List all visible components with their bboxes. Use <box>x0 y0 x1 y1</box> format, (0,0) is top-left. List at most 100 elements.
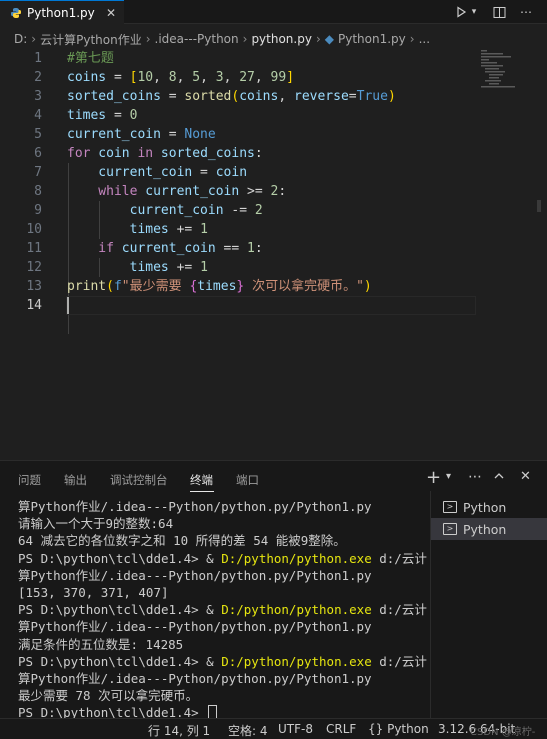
cursor-position[interactable]: 行 14, 列 1 <box>148 722 210 739</box>
code-token: : <box>254 241 263 256</box>
code-line[interactable]: 1 #第七题 <box>0 49 547 68</box>
new-terminal-icon[interactable]: + <box>426 467 441 488</box>
code-line[interactable]: 3 sorted_coins = sorted(coins, reverse=Tr… <box>0 87 547 106</box>
code-token: None <box>184 127 216 142</box>
terminal-command-path: D:/python/python.exe <box>221 653 372 669</box>
terminal-output[interactable]: 算Python作业/.idea---Python/python.py/Pytho… <box>0 497 430 719</box>
maximize-panel-icon[interactable] <box>493 470 505 486</box>
breadcrumb: D: › 云计算Python作业 › .idea---Python › pyth… <box>0 29 547 49</box>
encoding[interactable]: UTF-8 <box>278 722 313 736</box>
terminal-text: d:/云计 <box>371 550 427 566</box>
code-line[interactable]: 12 times += 1 <box>0 258 547 277</box>
chevron-right-icon: › <box>315 32 321 46</box>
code-text: for coin in sorted_coins: <box>67 144 263 163</box>
code-token: 5 <box>192 70 201 85</box>
terminal-text: 满足条件的五位数是: 14285 <box>18 636 184 652</box>
tab-terminal[interactable]: 终端 <box>190 472 213 488</box>
code-token: ) <box>387 89 396 104</box>
code-token: == <box>223 241 248 256</box>
indentation[interactable]: 空格: 4 <box>228 722 268 739</box>
breadcrumb-symbol[interactable]: ... <box>419 32 430 46</box>
line-ending[interactable]: CRLF <box>326 722 356 736</box>
tab-output[interactable]: 输出 <box>64 472 87 488</box>
code-line[interactable]: 14 <box>0 296 547 315</box>
line-number: 12 <box>26 260 42 275</box>
code-token: sorted <box>184 89 232 104</box>
code-line[interactable]: 11 if current_coin == 1: <box>0 239 547 258</box>
terminal-command-path: D:/python/python.exe <box>221 602 372 618</box>
code-token: while <box>67 184 138 199</box>
tab-problems[interactable]: 问题 <box>18 472 41 488</box>
code-token: 8 <box>168 70 177 85</box>
breadcrumb-folder[interactable]: 云计算Python作业 <box>40 31 142 48</box>
terminal-list-item[interactable]: > Python <box>431 496 547 518</box>
code-text: current_coin = None <box>67 125 216 144</box>
terminal-line: PS D:\python\tcl\dde1.4> & D:/python/pyt… <box>18 550 427 567</box>
code-line[interactable]: 6 for coin in sorted_coins: <box>0 144 547 163</box>
code-token: , <box>176 70 193 85</box>
code-token: current_coin <box>67 165 193 180</box>
language-mode[interactable]: {} Python <box>368 722 429 736</box>
code-token: 3 <box>215 70 224 85</box>
terminal-list: > Python > Python <box>430 491 547 719</box>
code-text: current_coin = coin <box>67 163 247 182</box>
terminal-line: PS D:\python\tcl\dde1.4> <box>18 704 218 719</box>
code-token: 1 <box>200 222 208 237</box>
code-line[interactable]: 2 coins = [10, 8, 5, 3, 27, 99] <box>0 68 547 87</box>
terminal-list-item-selected[interactable]: > Python <box>431 518 547 540</box>
code-line[interactable]: 8 while current_coin >= 2: <box>0 182 547 201</box>
run-icon[interactable] <box>452 3 470 21</box>
line-number: 4 <box>34 108 42 123</box>
code-token: : <box>278 184 287 199</box>
text-caret <box>67 297 69 314</box>
code-token: for <box>67 146 91 161</box>
code-token: , <box>254 70 271 85</box>
code-token: coins <box>67 70 107 85</box>
terminal-text: 算Python作业/.idea---Python/python.py/Pytho… <box>18 567 372 583</box>
minimap[interactable] <box>480 49 535 89</box>
code-text: print(f"最少需要 {times} 次可以拿完硬币。") <box>67 277 372 296</box>
code-line[interactable]: 7 current_coin = coin <box>0 163 547 182</box>
close-icon[interactable]: ✕ <box>520 469 531 484</box>
code-token: += <box>168 260 201 275</box>
code-line[interactable]: 4 times = 0 <box>0 106 547 125</box>
breadcrumb-file[interactable]: Python1.py <box>338 32 406 46</box>
code-token: = <box>106 70 130 85</box>
line-number: 14 <box>26 298 42 313</box>
terminal-line: PS D:\python\tcl\dde1.4> & D:/python/pyt… <box>18 653 427 670</box>
terminal-line: 算Python作业/.idea---Python/python.py/Pytho… <box>18 670 372 687</box>
line-number: 3 <box>34 89 42 104</box>
split-editor-icon[interactable] <box>490 3 508 21</box>
tab-python1-py[interactable]: Python1.py ✕ <box>0 0 124 24</box>
code-editor[interactable]: 1 #第七题 2 coins = [10, 8, 5, 3, 27, 99] 3 sort… <box>0 49 547 460</box>
terminal-text: 算Python作业/.idea---Python/python.py/Pytho… <box>18 619 372 635</box>
code-token: times <box>67 222 169 237</box>
code-line[interactable]: 13 print(f"最少需要 {times} 次可以拿完硬币。") <box>0 277 547 296</box>
code-token: 次可以拿完硬币。" <box>244 279 364 294</box>
more-actions-icon[interactable]: ⋯ <box>517 3 535 21</box>
python-file-icon: ◆ <box>324 32 334 46</box>
code-token: 27 <box>239 70 255 85</box>
code-token: current_coin <box>113 241 224 256</box>
tab-ports[interactable]: 端口 <box>236 472 259 488</box>
tab-debug-console[interactable]: 调试控制台 <box>110 472 168 488</box>
scrollbar-thumb[interactable] <box>537 200 541 212</box>
status-bar: 行 14, 列 1 空格: 4 UTF-8 CRLF {} Python 3.1… <box>0 718 547 739</box>
breadcrumb-folder[interactable]: python.py <box>251 32 312 46</box>
terminal-line: PS D:\python\tcl\dde1.4> & D:/python/pyt… <box>18 601 427 618</box>
terminal-text: 算Python作业/.idea---Python/python.py/Pytho… <box>18 499 372 514</box>
python-file-icon <box>11 7 21 18</box>
code-token: coin <box>215 165 248 180</box>
breadcrumb-folder[interactable]: .idea---Python <box>155 32 239 46</box>
breadcrumb-drive[interactable]: D: <box>14 32 27 46</box>
more-actions-icon[interactable]: ⋯ <box>468 469 482 485</box>
code-token: True <box>356 89 388 104</box>
code-token: sorted_coins <box>153 146 255 161</box>
code-line[interactable]: 9 current_coin -= 2 <box>0 201 547 220</box>
code-line[interactable]: 5 current_coin = None <box>0 125 547 144</box>
code-token: times <box>67 260 169 275</box>
code-line[interactable]: 10 times += 1 <box>0 220 547 239</box>
close-icon[interactable]: ✕ <box>106 6 116 20</box>
chevron-down-icon[interactable]: ▾ <box>446 471 451 482</box>
chevron-down-icon[interactable]: ▾ <box>469 3 479 21</box>
